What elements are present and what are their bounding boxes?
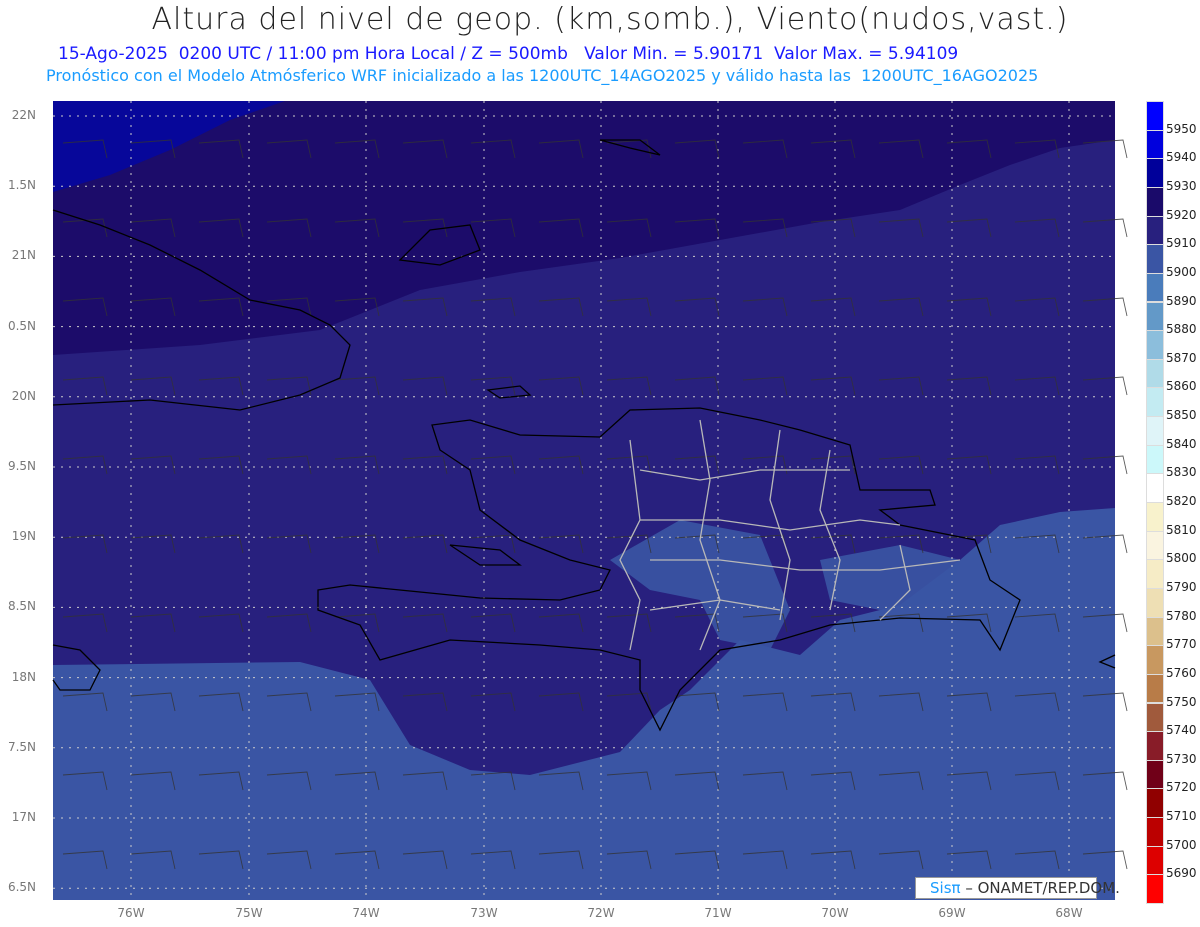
- colorbar-swatch: [1146, 759, 1164, 790]
- colorbar-swatch: [1146, 731, 1164, 761]
- lon-label: 71W: [704, 906, 732, 920]
- colorbar-swatch: [1146, 186, 1164, 217]
- lon-label: 76W: [117, 906, 145, 920]
- colorbar-label: 5900: [1166, 264, 1197, 279]
- colorbar-swatch: [1146, 101, 1164, 131]
- colorbar-label: 5740: [1166, 723, 1197, 738]
- lat-label: 18N: [11, 669, 36, 684]
- colorbar-swatch: [1146, 215, 1164, 246]
- colorbar-label: 5770: [1166, 637, 1197, 652]
- lat-label: 19N: [11, 529, 36, 544]
- colorbar-label: 5870: [1166, 350, 1197, 365]
- colorbar-label: 5840: [1166, 436, 1197, 451]
- colorbar-label: 5720: [1166, 780, 1197, 795]
- colorbar-swatch: [1146, 444, 1164, 475]
- colorbar-swatch: [1146, 874, 1164, 904]
- colorbar-label: 5880: [1166, 322, 1197, 337]
- colorbar-label: 5950: [1166, 121, 1197, 136]
- colorbar-label: 5790: [1166, 579, 1197, 594]
- colorbar-label: 5940: [1166, 150, 1197, 165]
- colorbar-swatch: [1146, 845, 1164, 876]
- lon-label: 70W: [821, 906, 849, 920]
- logo-brand: Sisπ: [930, 879, 961, 897]
- colorbar-label: 5920: [1166, 207, 1197, 222]
- colorbar-label: 5830: [1166, 465, 1197, 480]
- lat-label: 6.5N: [7, 880, 36, 895]
- colorbar-swatch: [1146, 673, 1164, 704]
- lat-label: 0.5N: [7, 318, 36, 333]
- colorbar-label: 5730: [1166, 751, 1197, 766]
- lon-label: 72W: [587, 906, 615, 920]
- colorbar-label: 5760: [1166, 665, 1197, 680]
- logo-text: – ONAMET/REP.DOM.: [960, 879, 1120, 897]
- lat-label: 21N: [11, 248, 36, 263]
- lon-label: 75W: [235, 906, 263, 920]
- lon-label: 69W: [938, 906, 966, 920]
- lat-label: 1.5N: [7, 178, 36, 193]
- colorbar-label: 5910: [1166, 236, 1197, 251]
- lat-label: 17N: [11, 810, 36, 824]
- geopotential-map: [52, 101, 1128, 900]
- colorbar-swatch: [1146, 473, 1164, 503]
- colorbar-swatch: [1146, 301, 1164, 332]
- colorbar-swatch: [1146, 702, 1164, 733]
- lon-label: 68W: [1055, 906, 1083, 920]
- lon-label: 73W: [470, 906, 498, 920]
- lon-label: 74W: [352, 906, 380, 920]
- colorbar-swatch: [1146, 129, 1164, 160]
- colorbar-label: 5820: [1166, 494, 1197, 508]
- colorbar-swatch: [1146, 502, 1164, 532]
- colorbar-swatch: [1146, 158, 1164, 188]
- lat-label: 7.5N: [7, 739, 36, 754]
- colorbar-swatch: [1146, 530, 1164, 561]
- colorbar-swatch: [1146, 645, 1164, 675]
- lat-label: 20N: [11, 388, 36, 403]
- colorbar-label: 5860: [1166, 379, 1197, 394]
- colorbar-label: 5750: [1166, 694, 1197, 709]
- colorbar-label: 5780: [1166, 608, 1197, 623]
- colorbar-label: 5850: [1166, 408, 1197, 423]
- colorbar-swatch: [1146, 788, 1164, 819]
- colorbar-label: 5800: [1166, 551, 1197, 566]
- colorbar-swatch: [1146, 244, 1164, 274]
- colorbar-swatch: [1146, 387, 1164, 418]
- colorbar-label: 5690: [1166, 866, 1197, 881]
- colorbar-swatch: [1146, 330, 1164, 360]
- colorbar-label: 5930: [1166, 178, 1197, 193]
- lat-label: 8.5N: [7, 599, 36, 614]
- colorbar-label: 5890: [1166, 293, 1197, 308]
- colorbar-swatch: [1146, 587, 1164, 618]
- onamet-logo: Sisπ – ONAMET/REP.DOM.: [915, 877, 1120, 899]
- colorbar-label: 5810: [1166, 522, 1197, 537]
- colorbar-swatch: [1146, 559, 1164, 589]
- colorbar-swatch: [1146, 817, 1164, 847]
- colorbar-swatch: [1146, 416, 1164, 446]
- colorbar-label: 5700: [1166, 837, 1197, 852]
- lat-label: 22N: [11, 108, 36, 122]
- colorbar-swatch: [1146, 272, 1164, 303]
- colorbar-label: 5710: [1166, 809, 1197, 824]
- lat-label: 9.5N: [7, 459, 36, 473]
- colorbar-swatch: [1146, 358, 1164, 389]
- colorbar-swatch: [1146, 616, 1164, 647]
